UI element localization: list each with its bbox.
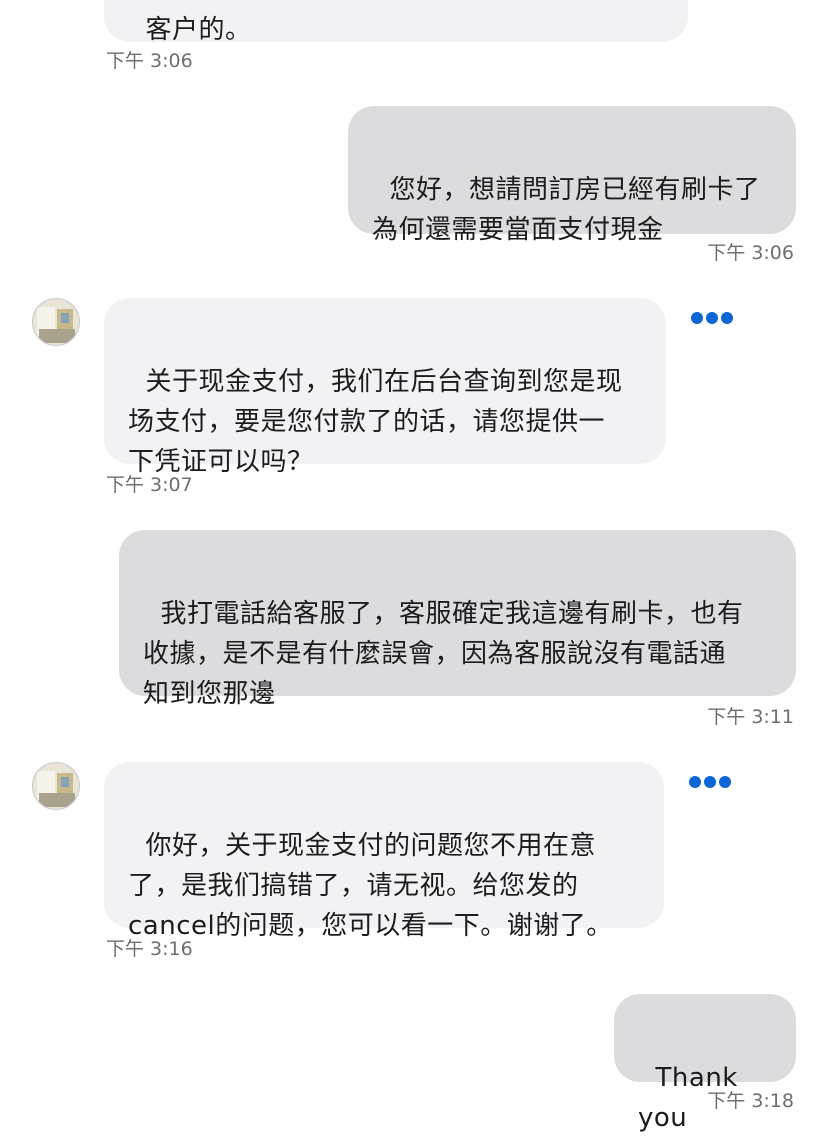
- hotel-room-avatar-icon: [33, 763, 79, 809]
- message-text: 你好，关于现金支付的问题您不用在意 了，是我们搞错了，请无视。给您发的 canc…: [128, 831, 613, 941]
- message-text: 关于现金支付，我们在后台查询到您是现 场支付，要是您付款了的话，请您提供一 下凭…: [128, 367, 623, 477]
- sender-avatar[interactable]: [32, 762, 80, 810]
- incoming-message-bubble[interactable]: 客户的。: [104, 0, 688, 45]
- message-timestamp: 下午 3:06: [106, 50, 193, 72]
- incoming-message-bubble[interactable]: 你好，关于现金支付的问题您不用在意 了，是我们搞错了，请无视。给您发的 canc…: [104, 762, 664, 941]
- message-timestamp: 下午 3:07: [106, 474, 193, 496]
- message-timestamp: 下午 3:18: [707, 1090, 794, 1112]
- more-options-icon[interactable]: [690, 310, 734, 326]
- message-text: 客户的。: [145, 15, 252, 45]
- incoming-message-bubble[interactable]: 关于现金支付，我们在后台查询到您是现 场支付，要是您付款了的话，请您提供一 下凭…: [104, 298, 666, 477]
- message-text: 我打電話給客服了，客服確定我這邊有刷卡，也有 收據，是不是有什麼誤會，因為客服說…: [143, 599, 744, 709]
- message-text: 您好，想請問訂房已經有刷卡了 為何還需要當面支付現金: [372, 175, 761, 245]
- sender-avatar[interactable]: [32, 298, 80, 346]
- more-options-icon[interactable]: [688, 774, 732, 790]
- message-timestamp: 下午 3:16: [106, 938, 193, 960]
- outgoing-message-bubble[interactable]: Thank you: [614, 994, 796, 1133]
- message-timestamp: 下午 3:11: [707, 706, 794, 728]
- outgoing-message-bubble[interactable]: 您好，想請問訂房已經有刷卡了 為何還需要當面支付現金: [348, 106, 796, 245]
- outgoing-message-bubble[interactable]: 我打電話給客服了，客服確定我這邊有刷卡，也有 收據，是不是有什麼誤會，因為客服說…: [119, 530, 796, 709]
- message-timestamp: 下午 3:06: [707, 242, 794, 264]
- hotel-room-avatar-icon: [33, 299, 79, 345]
